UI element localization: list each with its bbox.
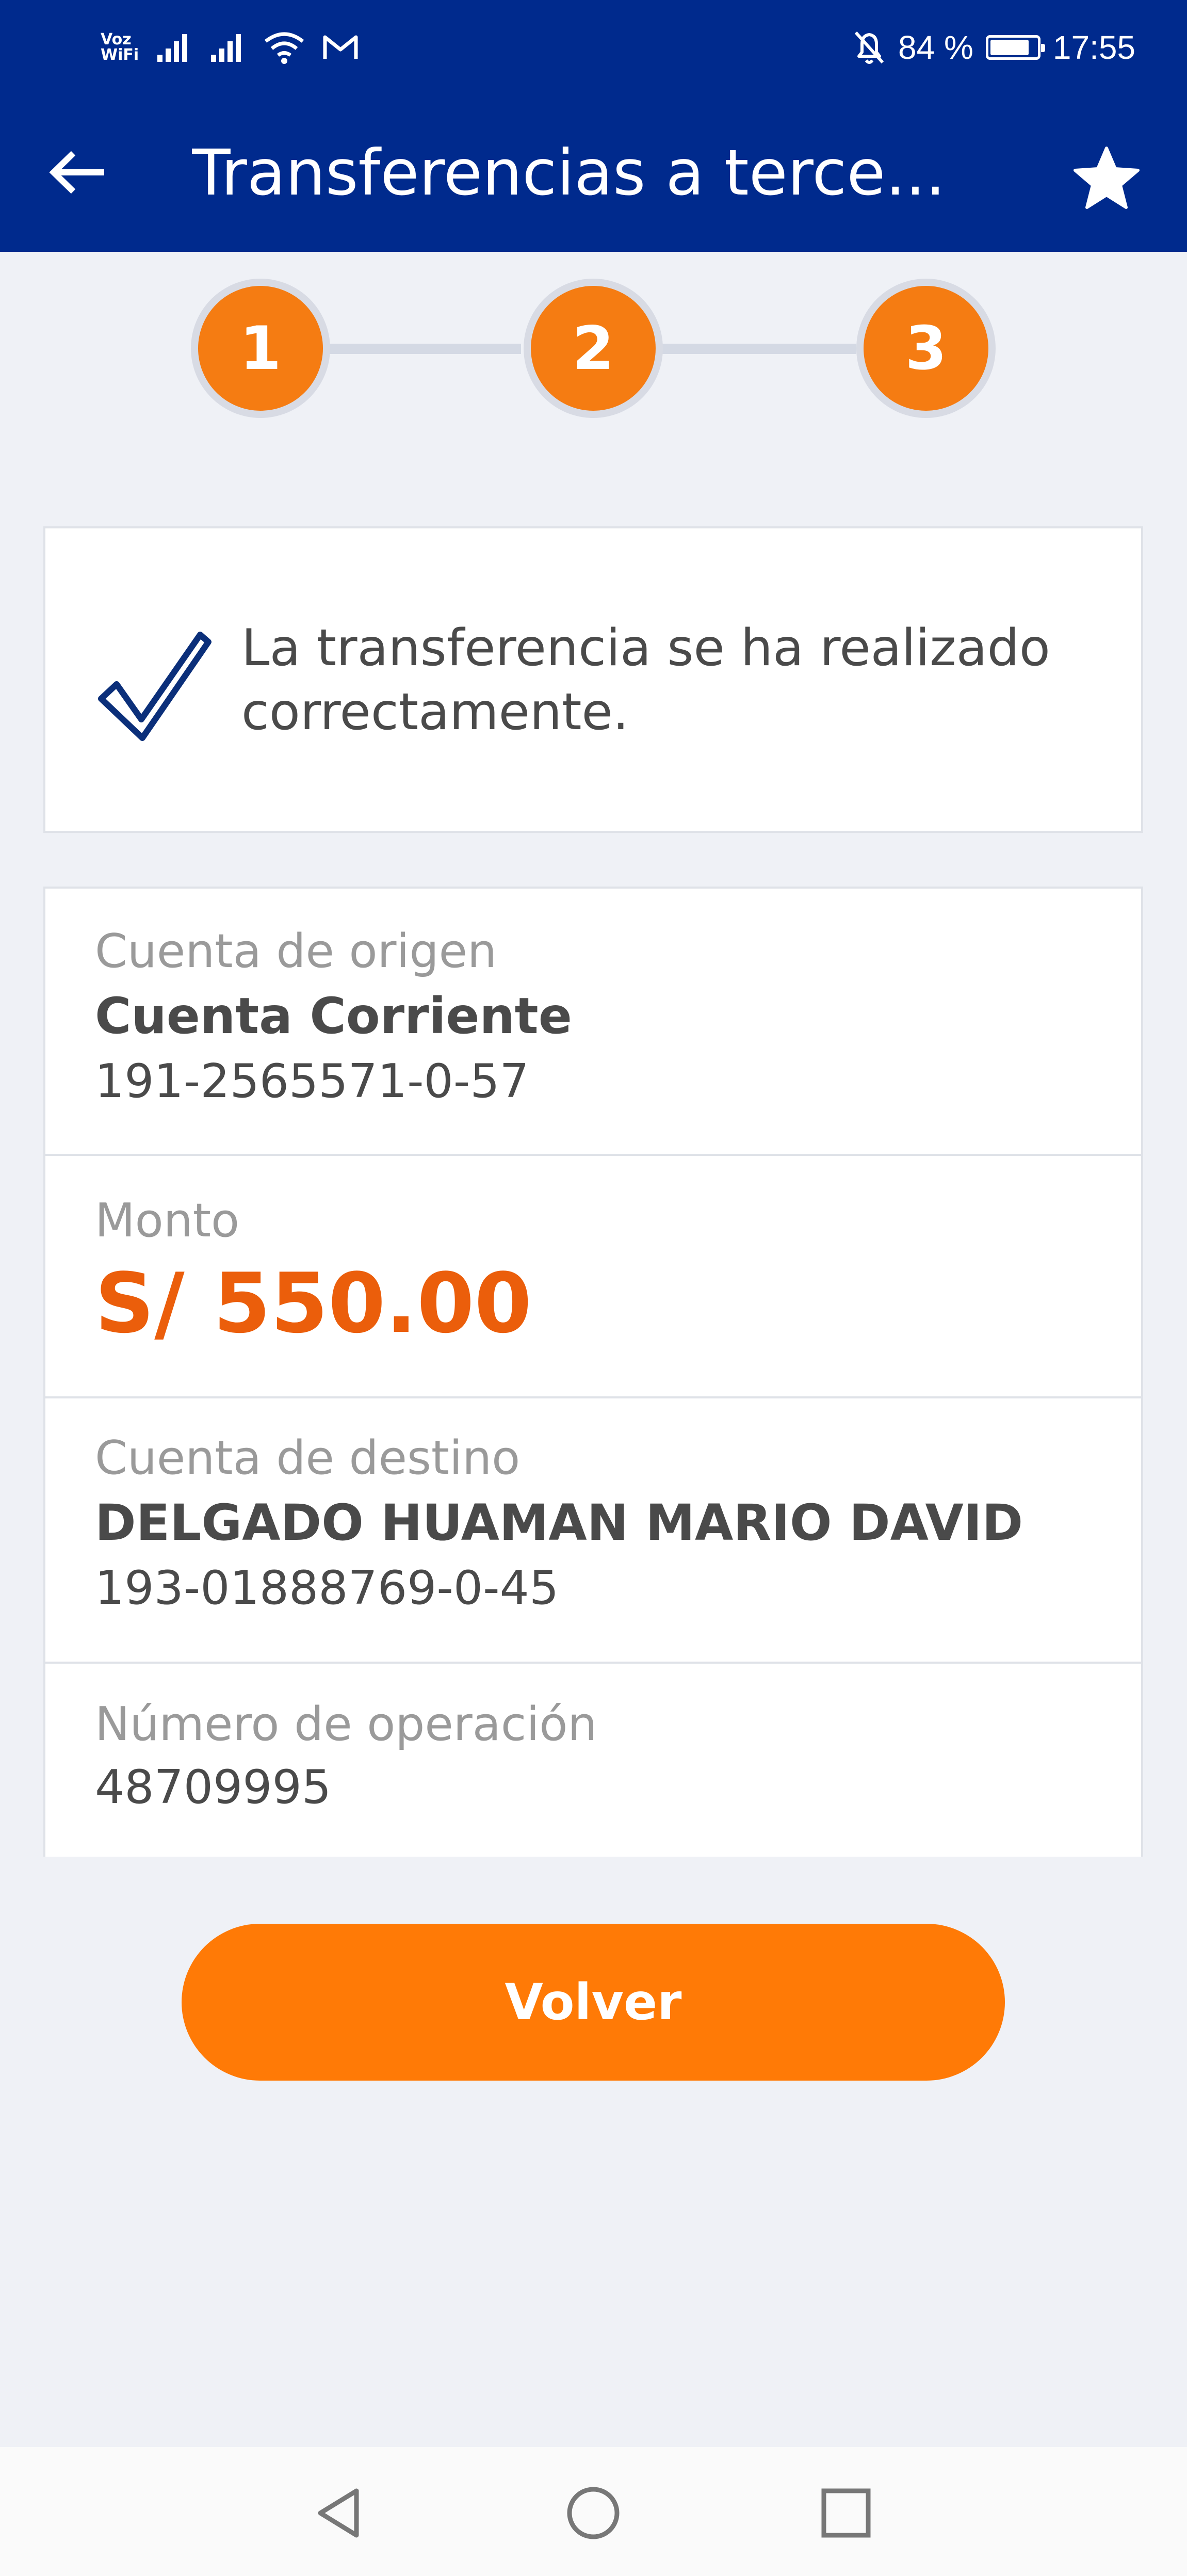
operation-number-row: Número de operación 48709995 (45, 1664, 1141, 1857)
transfer-details: Cuenta de origen Cuenta Corriente 191-25… (43, 887, 1143, 1857)
nav-recents-button[interactable] (810, 2477, 882, 2549)
system-nav-bar (0, 2447, 1187, 2576)
operation-label: Número de operación (95, 1697, 597, 1751)
destination-label: Cuenta de destino (95, 1431, 521, 1485)
back-button[interactable] (41, 136, 113, 208)
stepper: 1 2 3 (0, 279, 1187, 418)
nav-back-button[interactable] (304, 2477, 377, 2549)
bell-off-icon (854, 31, 884, 64)
success-card: La transferencia se ha realizado correct… (43, 526, 1143, 833)
battery-icon (985, 35, 1045, 60)
battery-level (990, 40, 1029, 55)
status-left: Voz WiFi (101, 27, 359, 68)
status-bar: Voz WiFi 84 % 17:55 (0, 0, 1187, 94)
back-triangle-icon (318, 2488, 359, 2538)
voz-wifi-indicator: Voz WiFi (101, 32, 139, 63)
origin-account-number: 191-2565571-0-57 (95, 1054, 529, 1108)
origin-account-row: Cuenta de origen Cuenta Corriente 191-25… (45, 889, 1141, 1156)
recents-square-icon (821, 2488, 871, 2538)
nav-home-button[interactable] (557, 2477, 629, 2549)
step-connector (325, 344, 521, 354)
wifi-label: WiFi (101, 46, 139, 64)
battery-percent: 84 % (898, 29, 973, 66)
gmail-icon (323, 35, 358, 59)
destination-account-name: DELGADO HUAMAN MARIO DAVID (95, 1494, 1023, 1552)
screen: Voz WiFi 84 % 17:55 Transferencias a ter… (0, 0, 1187, 2576)
origin-label: Cuenta de origen (95, 924, 497, 978)
step-number: 3 (864, 286, 988, 411)
step-3: 3 (856, 279, 996, 418)
check-icon (98, 632, 212, 741)
app-bar: Transferencias a terce... (0, 94, 1187, 252)
page-title: Transferencias a terce... (192, 136, 946, 210)
amount-label: Monto (95, 1194, 240, 1248)
voz-label: Voz (101, 30, 132, 49)
favorite-button[interactable] (1068, 139, 1145, 217)
arrow-left-icon (49, 151, 104, 194)
step-number: 2 (531, 286, 656, 411)
origin-account-name: Cuenta Corriente (95, 987, 572, 1045)
signal-icon (211, 34, 241, 62)
star-icon (1074, 147, 1140, 209)
step-number: 1 (198, 286, 323, 411)
operation-number: 48709995 (95, 1760, 332, 1814)
step-1: 1 (191, 279, 330, 418)
home-circle-icon (567, 2487, 620, 2539)
volver-button[interactable]: Volver (182, 1924, 1005, 2081)
destination-account-row: Cuenta de destino DELGADO HUAMAN MARIO D… (45, 1398, 1141, 1664)
success-message: La transferencia se ha realizado correct… (241, 619, 1050, 742)
amount-value: S/ 550.00 (95, 1255, 532, 1351)
wifi-icon (265, 32, 304, 64)
clock: 17:55 (1052, 29, 1135, 66)
signal-icon (157, 34, 188, 62)
step-2: 2 (524, 279, 663, 418)
amount-row: Monto S/ 550.00 (45, 1156, 1141, 1398)
destination-account-number: 193-01888769-0-45 (95, 1561, 559, 1615)
step-connector (660, 344, 856, 354)
status-right: 84 % 17:55 (853, 27, 1135, 68)
